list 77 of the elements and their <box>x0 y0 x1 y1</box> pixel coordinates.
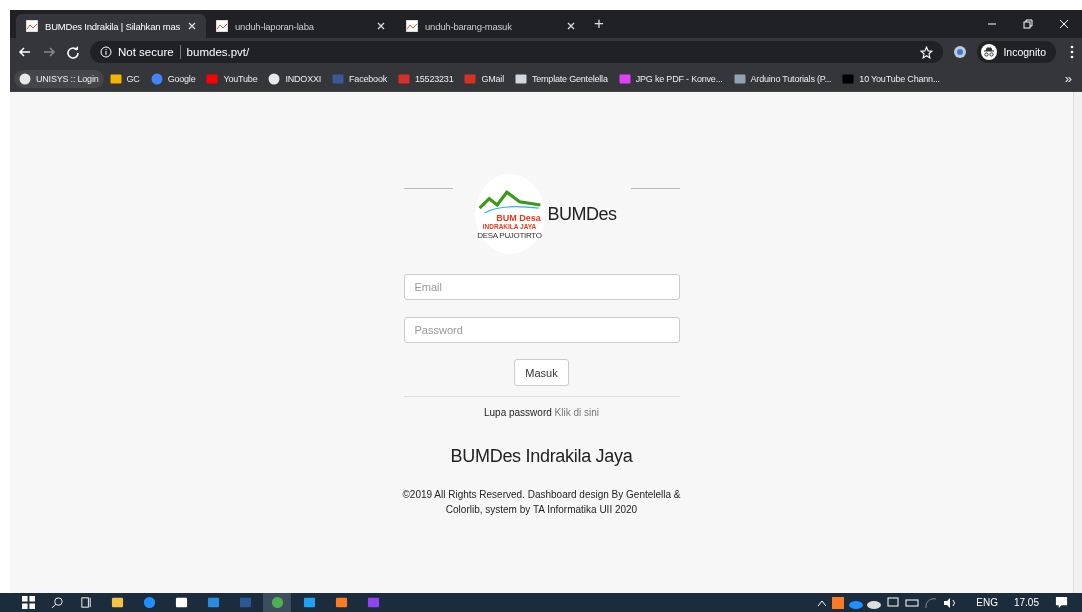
bookmark-icon <box>733 72 746 85</box>
close-icon[interactable] <box>187 21 198 31</box>
bookmark-icon <box>332 72 345 85</box>
copyright-text: ©2019 All Rights Reserved. Dashboard design By Gentelella & Colorlib, system by TA Informatika UII 2020 <box>401 488 682 517</box>
close-icon[interactable] <box>376 21 386 31</box>
bookmark[interactable]: Template Gentelella <box>509 69 613 88</box>
app-icon <box>142 596 156 609</box>
bookmark-icon <box>842 72 855 85</box>
incognito-icon <box>981 44 998 60</box>
site-title: BUMDes Indrakila Jaya <box>450 446 633 467</box>
forgot-password-text: Lupa password <box>483 407 552 418</box>
clock[interactable]: 17.05 <box>1013 597 1039 608</box>
forward-icon[interactable] <box>42 45 56 59</box>
globe-icon <box>19 72 31 85</box>
globe-icon <box>268 72 281 85</box>
bookmark-icon <box>109 72 122 85</box>
app-icon <box>334 596 348 609</box>
bookmark[interactable]: INDOXXI <box>263 69 327 88</box>
scrollbar[interactable] <box>1073 92 1082 593</box>
back-icon[interactable] <box>18 45 32 59</box>
login-button[interactable]: Masuk <box>514 359 569 386</box>
app-icon <box>270 596 284 609</box>
extension-icon[interactable] <box>953 45 968 59</box>
input-field[interactable]: Email <box>403 274 680 300</box>
app-icon <box>366 596 380 609</box>
app-icon <box>238 596 252 609</box>
browser-tab[interactable]: unduh-laporan-laba <box>206 14 396 38</box>
bookmark[interactable]: Arduino Tutorials (P... <box>728 69 837 88</box>
bookmark-icon <box>206 72 219 85</box>
bookmark[interactable]: UNISYS :: Login <box>14 69 104 88</box>
url-text: bumdes.pvt/ <box>186 46 250 58</box>
profile-button[interactable]: Incognito <box>977 41 1056 63</box>
bookmark[interactable]: Google <box>145 69 201 88</box>
notification-icon[interactable] <box>1055 596 1068 609</box>
menu-icon[interactable] <box>1070 45 1074 59</box>
tab-title: unduh-barang-masuk <box>425 20 513 32</box>
browser-tab[interactable]: unduh-barang-masuk <box>396 14 586 38</box>
app-icon <box>206 596 220 609</box>
bookmark-icon <box>398 72 410 85</box>
bookmark[interactable]: 10 YouTube Chann... <box>837 69 945 88</box>
logo-text: BUM Desa <box>496 212 541 223</box>
app-icon <box>110 596 124 609</box>
bookmark-icon <box>150 72 163 85</box>
bookmark-icon <box>464 72 477 85</box>
more-bookmarks-button[interactable]: » <box>1058 71 1078 86</box>
start-icon[interactable] <box>22 596 35 609</box>
new-tab-button[interactable]: + <box>586 14 612 38</box>
star-icon[interactable] <box>920 45 934 59</box>
bookmark[interactable]: GC <box>104 69 145 88</box>
bookmark[interactable]: YouTube <box>201 69 263 88</box>
input-field[interactable]: Password <box>403 317 680 343</box>
site-icon <box>406 20 418 32</box>
address-bar[interactable]: Not secure bumdes.pvt/ <box>90 41 944 63</box>
restore-icon[interactable] <box>1023 19 1033 29</box>
site-icon <box>216 20 228 32</box>
close-icon[interactable] <box>566 21 576 31</box>
app-icon <box>302 596 316 609</box>
bookmark[interactable]: JPG ke PDF - Konve... <box>613 69 728 88</box>
site-icon <box>26 20 38 32</box>
bookmark-icon <box>514 72 527 85</box>
tab-title: unduh-laporan-laba <box>235 20 315 32</box>
search-icon[interactable] <box>51 596 64 609</box>
app-icon <box>174 596 188 609</box>
reload-icon[interactable] <box>66 45 80 59</box>
bookmark-icon <box>618 72 631 85</box>
logo-text: DESA PUJOTIRTO <box>477 230 542 240</box>
reset-link[interactable]: Klik di sini <box>554 407 600 418</box>
bookmark[interactable]: Facebook <box>327 69 392 88</box>
browser-tab[interactable]: BUMDes Indrakila | Silahkan mas <box>16 14 206 38</box>
bookmark[interactable]: 15523231 <box>393 69 459 88</box>
language-indicator[interactable]: ENG <box>976 597 998 608</box>
info-icon <box>100 46 112 58</box>
task-view-icon[interactable] <box>80 596 93 609</box>
brand-name: BUMDes <box>547 204 617 225</box>
bookmark[interactable]: GMail <box>459 69 509 88</box>
security-label: Not secure <box>118 46 174 58</box>
tab-title: BUMDes Indrakila | Silahkan mas <box>45 20 181 32</box>
